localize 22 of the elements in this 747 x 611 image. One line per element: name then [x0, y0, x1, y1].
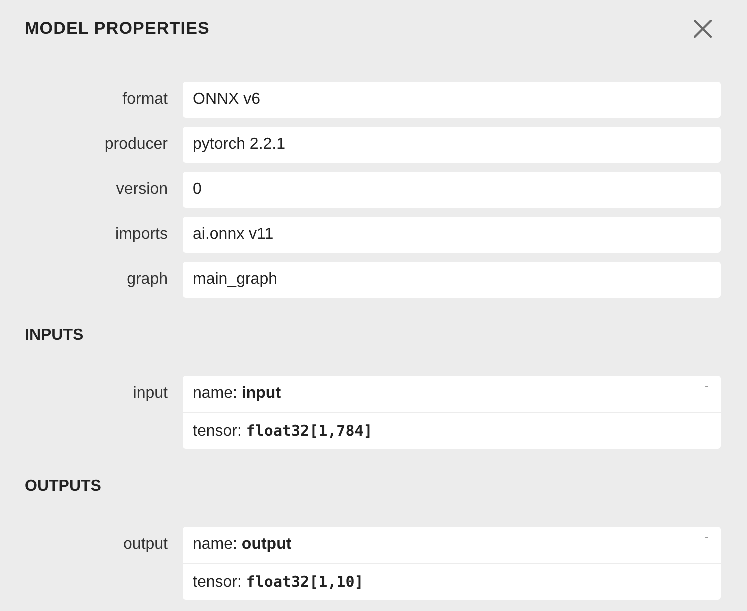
property-label: version	[116, 180, 168, 200]
argument-name-text: name: input	[193, 384, 282, 404]
property-value: pytorch 2.2.1	[183, 127, 721, 163]
collapse-toggle[interactable]: -	[703, 530, 711, 544]
section-heading: OUTPUTS	[25, 477, 102, 497]
argument-name-text: name: output	[193, 535, 292, 555]
section-heading: INPUTS	[25, 326, 84, 346]
property-value: 0	[183, 172, 721, 208]
property-value: ai.onnx v11	[183, 217, 721, 253]
argument-label: output	[124, 535, 168, 555]
collapse-toggle[interactable]: -	[703, 379, 711, 393]
tensor-type-text: tensor: float32[1,10]	[193, 572, 364, 592]
tensor-type-text: tensor: float32[1,784]	[193, 420, 373, 442]
property-value: ONNX v6	[183, 82, 721, 118]
property-label: producer	[104, 135, 168, 155]
property-label: imports	[116, 225, 168, 245]
argument-label: input	[133, 384, 168, 404]
property-label: format	[122, 90, 168, 110]
dialog-title: MODEL PROPERTIES	[25, 19, 210, 39]
property-label: graph	[127, 270, 168, 290]
close-icon[interactable]	[694, 20, 712, 38]
property-value: main_graph	[183, 262, 721, 298]
